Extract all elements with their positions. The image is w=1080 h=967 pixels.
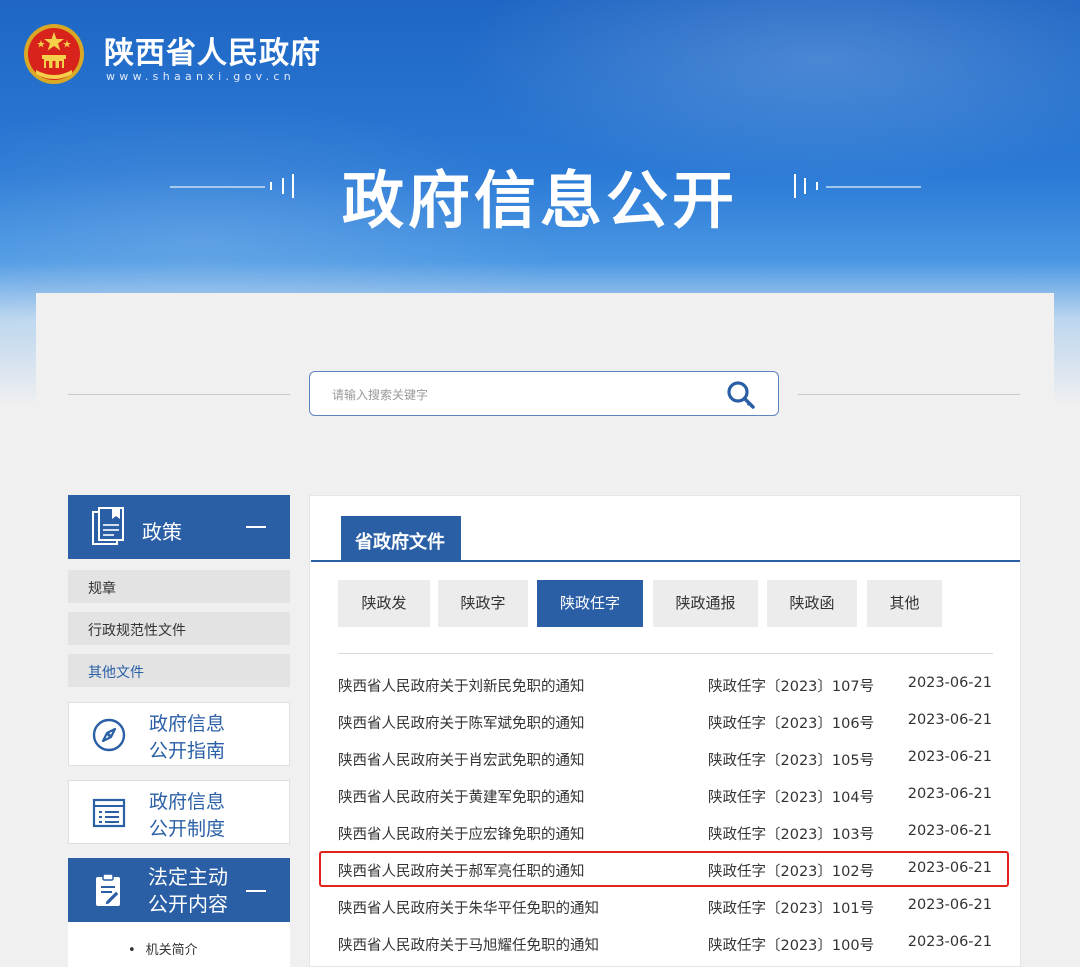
table-row[interactable]: 陕西省人民政府关于朱华平任免职的通知 陕政任字〔2023〕101号 2023-0… xyxy=(338,888,994,924)
sidebar-card-guide[interactable]: 政府信息 公开指南 xyxy=(68,702,290,766)
document-title[interactable]: 陕西省人民政府关于刘新民免职的通知 xyxy=(338,675,585,696)
list-divider xyxy=(338,653,993,654)
search-divider-right xyxy=(798,394,1020,395)
document-date: 2023-06-21 xyxy=(907,675,992,691)
clipboard-edit-icon xyxy=(96,873,120,906)
sidebar-active-disclosure-line2: 公开内容 xyxy=(148,892,228,916)
sidebar-card-guide-label: 政府信息 公开指南 xyxy=(149,711,225,765)
document-code: 陕政任字〔2023〕107号 xyxy=(708,679,875,695)
document-code: 陕政任字〔2023〕103号 xyxy=(708,827,875,843)
site-name[interactable]: 陕西省人民政府 xyxy=(104,28,321,72)
sidebar-active-disclosure-header[interactable]: 法定主动 公开内容 xyxy=(68,858,290,922)
table-row[interactable]: 陕西省人民政府关于黄建军免职的通知 陕政任字〔2023〕104号 2023-06… xyxy=(338,777,994,813)
sidebar-card-guide-line1: 政府信息 xyxy=(149,713,226,735)
document-date: 2023-06-21 xyxy=(907,823,992,839)
list-board-icon xyxy=(92,798,126,828)
document-date: 2023-06-21 xyxy=(907,749,992,765)
sidebar-card-system-line2: 公开制度 xyxy=(149,818,226,840)
subtab-shaanzhengzi[interactable]: 陕政字 xyxy=(438,580,528,627)
document-code: 陕政任字〔2023〕106号 xyxy=(708,716,875,732)
subtab-shaanzhenghan[interactable]: 陕政函 xyxy=(767,580,857,627)
search-input[interactable] xyxy=(330,382,714,408)
tab-label: 省政府文件 xyxy=(355,532,445,553)
national-emblem-icon xyxy=(24,24,84,84)
search-divider-left xyxy=(68,394,290,395)
sidebar-subitem-label: 机关简介 xyxy=(145,943,198,958)
document-code: 陕政任字〔2023〕104号 xyxy=(708,790,875,806)
sidebar-item-label: 行政规范性文件 xyxy=(88,623,186,639)
table-row[interactable]: 陕西省人民政府关于肖宏武免职的通知 陕政任字〔2023〕105号 2023-06… xyxy=(338,740,994,776)
document-icon xyxy=(92,507,124,545)
sidebar-item-other-docs[interactable]: 其他文件 xyxy=(68,654,290,687)
sidebar-card-system-label: 政府信息 公开制度 xyxy=(149,789,225,843)
sidebar-active-disclosure-line1: 法定主动 xyxy=(148,865,228,889)
site-url[interactable]: www.shaanxi.gov.cn xyxy=(106,70,295,83)
document-code: 陕政任字〔2023〕105号 xyxy=(708,753,875,769)
sidebar-policy-title: 政策 xyxy=(142,520,182,544)
subtab-shaanzhengfa[interactable]: 陕政发 xyxy=(338,580,430,627)
sidebar-policy-header[interactable]: 政策 xyxy=(68,495,290,559)
document-date: 2023-06-21 xyxy=(907,786,992,802)
table-row[interactable]: 陕西省人民政府关于陈军斌免职的通知 陕政任字〔2023〕106号 2023-06… xyxy=(338,703,994,739)
document-date: 2023-06-21 xyxy=(907,934,992,950)
sidebar-item-label: 其他文件 xyxy=(88,665,144,681)
compass-icon xyxy=(92,718,126,752)
document-title[interactable]: 陕西省人民政府关于应宏锋免职的通知 xyxy=(338,823,585,844)
document-date: 2023-06-21 xyxy=(907,897,992,913)
title-right-line xyxy=(826,186,921,188)
sidebar-active-disclosure-title: 法定主动 公开内容 xyxy=(148,864,228,918)
document-title[interactable]: 陕西省人民政府关于马旭耀任免职的通知 xyxy=(338,934,599,955)
document-title[interactable]: 陕西省人民政府关于黄建军免职的通知 xyxy=(338,786,585,807)
collapse-icon[interactable] xyxy=(246,526,266,528)
tab-provincial-documents[interactable]: 省政府文件 xyxy=(341,516,461,562)
sidebar-card-system-line1: 政府信息 xyxy=(149,791,226,813)
subtab-other[interactable]: 其他 xyxy=(867,580,942,627)
sidebar-item-rules[interactable]: 规章 xyxy=(68,570,290,603)
document-title[interactable]: 陕西省人民政府关于肖宏武免职的通知 xyxy=(338,749,585,770)
document-title[interactable]: 陕西省人民政府关于陈军斌免职的通知 xyxy=(338,712,585,733)
collapse-icon[interactable] xyxy=(246,890,266,892)
highlight-box xyxy=(319,851,1009,887)
sidebar-subitem-agency-intro[interactable]: • 机关简介 xyxy=(128,939,198,958)
search-icon[interactable] xyxy=(724,379,758,411)
sidebar-item-normative-docs[interactable]: 行政规范性文件 xyxy=(68,612,290,645)
table-row[interactable]: 陕西省人民政府关于马旭耀任免职的通知 陕政任字〔2023〕100号 2023-0… xyxy=(338,925,994,961)
document-code: 陕政任字〔2023〕101号 xyxy=(708,901,875,917)
page-title: 政府信息公开 xyxy=(341,164,738,237)
tab-underline xyxy=(311,560,1020,562)
table-row[interactable]: 陕西省人民政府关于应宏锋免职的通知 陕政任字〔2023〕103号 2023-06… xyxy=(338,814,994,850)
sidebar-card-guide-line2: 公开指南 xyxy=(149,740,226,762)
document-title[interactable]: 陕西省人民政府关于朱华平任免职的通知 xyxy=(338,897,599,918)
search-box xyxy=(309,371,779,416)
title-right-bars xyxy=(792,174,822,198)
document-code: 陕政任字〔2023〕100号 xyxy=(708,938,875,954)
sidebar-item-label: 规章 xyxy=(88,581,116,597)
bullet-icon: • xyxy=(128,943,136,958)
table-row[interactable]: 陕西省人民政府关于刘新民免职的通知 陕政任字〔2023〕107号 2023-06… xyxy=(338,666,994,702)
sidebar-card-system[interactable]: 政府信息 公开制度 xyxy=(68,780,290,844)
document-date: 2023-06-21 xyxy=(907,712,992,728)
subtab-shaanzhengtongbao[interactable]: 陕政通报 xyxy=(653,580,758,627)
subtab-shaanzhengrenzi[interactable]: 陕政任字 xyxy=(537,580,643,627)
